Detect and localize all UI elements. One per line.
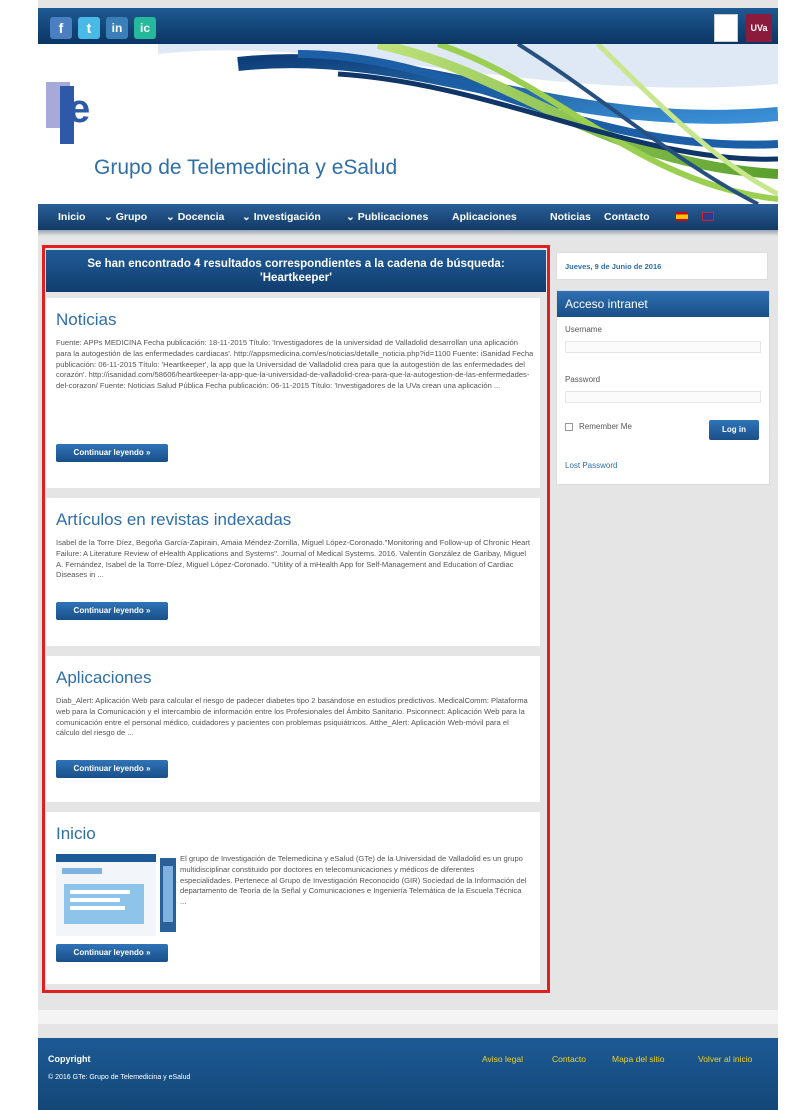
site-title: Grupo de Telemedicina y eSalud (94, 156, 398, 179)
copyright-text: © 2016 GTe: Grupo de Telemedicina y eSal… (48, 1074, 191, 1081)
footer-link-volver-inicio[interactable]: Volver al inicio (698, 1054, 752, 1064)
svg-text:e: e (68, 87, 90, 131)
nav-item-investigacion[interactable]: ⌄ Investigación (242, 204, 321, 230)
login-button[interactable]: Log in (709, 420, 759, 440)
intranet-title: Acceso intranet (557, 291, 769, 317)
nav-item-publicaciones[interactable]: ⌄ Publicaciones (346, 204, 428, 230)
nav-item-aplicaciones[interactable]: Aplicaciones (452, 204, 517, 230)
current-date-box: Jueves, 9 de Junio de 2016 (556, 252, 768, 280)
nav-item-contacto[interactable]: Contacto (604, 204, 650, 230)
copyright-title: Copyright (48, 1054, 91, 1064)
nav-shadow (38, 230, 778, 236)
main-navigation: Inicio ⌄ Grupo ⌄ Docencia ⌄ Investigació… (38, 204, 778, 230)
footer-link-contacto[interactable]: Contacto (552, 1054, 586, 1064)
footer-link-aviso-legal[interactable]: Aviso legal (482, 1054, 523, 1064)
lost-password-link[interactable]: Lost Password (565, 461, 617, 470)
remember-me-checkbox[interactable] (565, 423, 573, 431)
password-label: Password (565, 375, 601, 384)
social-topbar: f t in ic UVa (38, 8, 778, 44)
footer-link-mapa-sitio[interactable]: Mapa del sitio (612, 1054, 664, 1064)
english-flag-icon[interactable] (702, 212, 714, 221)
nav-item-docencia[interactable]: ⌄ Docencia (166, 204, 224, 230)
social-network-icon[interactable]: ic (134, 17, 156, 39)
password-input[interactable] (565, 391, 761, 403)
facebook-icon[interactable]: f (50, 17, 72, 39)
banner-waves-graphic (158, 44, 778, 204)
nav-item-inicio[interactable]: Inicio (58, 204, 85, 230)
remember-me-label: Remember Me (579, 422, 632, 431)
gte-logo[interactable]: e (38, 76, 118, 146)
linkedin-icon[interactable]: in (106, 17, 128, 39)
page-container: f t in ic UVa e Grupo de Telemedicina y … (38, 0, 778, 1110)
intranet-login-panel: Acceso intranet Username Password Rememb… (556, 290, 770, 485)
current-date: Jueves, 9 de Junio de 2016 (565, 262, 662, 271)
partner-logo[interactable] (714, 14, 738, 42)
footer-separator (38, 1010, 778, 1024)
site-footer: Copyright © 2016 GTe: Grupo de Telemedic… (38, 1038, 778, 1110)
username-label: Username (565, 325, 602, 334)
uva-logo[interactable]: UVa (746, 14, 772, 42)
nav-item-grupo[interactable]: ⌄ Grupo (104, 204, 147, 230)
twitter-icon[interactable]: t (78, 17, 100, 39)
spanish-flag-icon[interactable] (676, 212, 688, 221)
username-input[interactable] (565, 341, 761, 353)
search-results-highlight-frame (42, 245, 550, 993)
nav-item-noticias[interactable]: Noticias (550, 204, 591, 230)
header-banner: e Grupo de Telemedicina y eSalud (38, 44, 778, 204)
